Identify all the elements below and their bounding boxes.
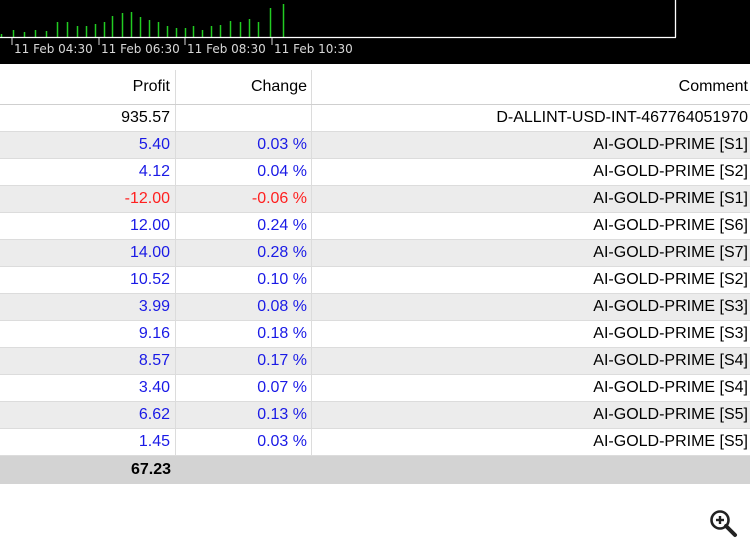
profit-cell: 3.99	[0, 294, 176, 320]
change-cell: 0.17 %	[176, 348, 312, 374]
comment-cell: D-ALLINT-USD-INT-467764051970	[496, 109, 748, 126]
change-cell: 0.07 %	[176, 375, 312, 401]
comment-cell: AI-GOLD-PRIME [S3]	[593, 298, 748, 315]
change-cell	[176, 105, 312, 131]
time-label: 11 Feb 10:30	[274, 42, 353, 56]
column-header-profit[interactable]: Profit	[0, 70, 176, 104]
comment-cell: AI-GOLD-PRIME [S3]	[593, 325, 748, 342]
table-header: Profit Change Comment	[0, 70, 750, 105]
column-header-change[interactable]: Change	[176, 70, 312, 104]
change-cell: 0.18 %	[176, 321, 312, 347]
table-row[interactable]: 9.16 0.18 % AI-GOLD-PRIME [S3]	[0, 321, 750, 348]
trade-history-table: Profit Change Comment 935.57 D-ALLINT-USD…	[0, 70, 750, 484]
profit-cell: 8.57	[0, 348, 176, 374]
table-row[interactable]: 6.62 0.13 % AI-GOLD-PRIME [S5]	[0, 402, 750, 429]
time-label: 11 Feb 06:30	[101, 42, 180, 56]
comment-cell: AI-GOLD-PRIME [S2]	[593, 163, 748, 180]
comment-cell: AI-GOLD-PRIME [S5]	[593, 406, 748, 423]
comment-cell: AI-GOLD-PRIME [S5]	[593, 433, 748, 450]
table-row[interactable]: 4.12 0.04 % AI-GOLD-PRIME [S2]	[0, 159, 750, 186]
comment-cell: AI-GOLD-PRIME [S4]	[593, 352, 748, 369]
change-cell: 0.03 %	[176, 429, 312, 455]
total-profit: 67.23	[130, 461, 171, 478]
table-row[interactable]: 3.40 0.07 % AI-GOLD-PRIME [S4]	[0, 375, 750, 402]
profit-cell: 1.45	[0, 429, 176, 455]
table-row[interactable]: 5.40 0.03 % AI-GOLD-PRIME [S1]	[0, 132, 750, 159]
table-row[interactable]: 3.99 0.08 % AI-GOLD-PRIME [S3]	[0, 294, 750, 321]
change-cell: 0.04 %	[176, 159, 312, 185]
change-cell: 0.13 %	[176, 402, 312, 428]
table-row[interactable]: 10.52 0.10 % AI-GOLD-PRIME [S2]	[0, 267, 750, 294]
profit-cell: 9.16	[0, 321, 176, 347]
total-row: 67.23	[0, 456, 750, 484]
table-row[interactable]: 14.00 0.28 % AI-GOLD-PRIME [S7]	[0, 240, 750, 267]
profit-cell: 5.40	[0, 132, 176, 158]
profit-cell: 12.00	[0, 213, 176, 239]
change-cell: 0.08 %	[176, 294, 312, 320]
profit-cell: 14.00	[0, 240, 176, 266]
change-cell: 0.03 %	[176, 132, 312, 158]
table-row[interactable]: 12.00 0.24 % AI-GOLD-PRIME [S6]	[0, 213, 750, 240]
profit-cell: 4.12	[0, 159, 176, 185]
comment-cell: AI-GOLD-PRIME [S2]	[593, 271, 748, 288]
profit-cell: 6.62	[0, 402, 176, 428]
table-row[interactable]: -12.00 -0.06 % AI-GOLD-PRIME [S1]	[0, 186, 750, 213]
time-label: 11 Feb 08:30	[187, 42, 266, 56]
table-row[interactable]: 1.45 0.03 % AI-GOLD-PRIME [S5]	[0, 429, 750, 456]
comment-cell: AI-GOLD-PRIME [S4]	[593, 379, 748, 396]
change-cell: -0.06 %	[176, 186, 312, 212]
time-label: 11 Feb 04:30	[14, 42, 93, 56]
profit-cell: -12.00	[0, 186, 176, 212]
change-cell: 0.24 %	[176, 213, 312, 239]
column-header-comment[interactable]: Comment	[312, 70, 750, 104]
profit-cell: 10.52	[0, 267, 176, 293]
comment-cell: AI-GOLD-PRIME [S7]	[593, 244, 748, 261]
comment-cell: AI-GOLD-PRIME [S1]	[593, 190, 748, 207]
comment-cell: AI-GOLD-PRIME [S1]	[593, 136, 748, 153]
table-row[interactable]: 8.57 0.17 % AI-GOLD-PRIME [S4]	[0, 348, 750, 375]
price-chart[interactable]: 11 Feb 04:30 11 Feb 06:30 11 Feb 08:30 1…	[0, 0, 750, 64]
profit-cell: 3.40	[0, 375, 176, 401]
change-cell: 0.28 %	[176, 240, 312, 266]
zoom-in-icon[interactable]	[708, 508, 738, 538]
table-row[interactable]: 935.57 D-ALLINT-USD-INT-467764051970	[0, 105, 750, 132]
profit-cell: 935.57	[0, 105, 176, 131]
change-cell: 0.10 %	[176, 267, 312, 293]
comment-cell: AI-GOLD-PRIME [S6]	[593, 217, 748, 234]
